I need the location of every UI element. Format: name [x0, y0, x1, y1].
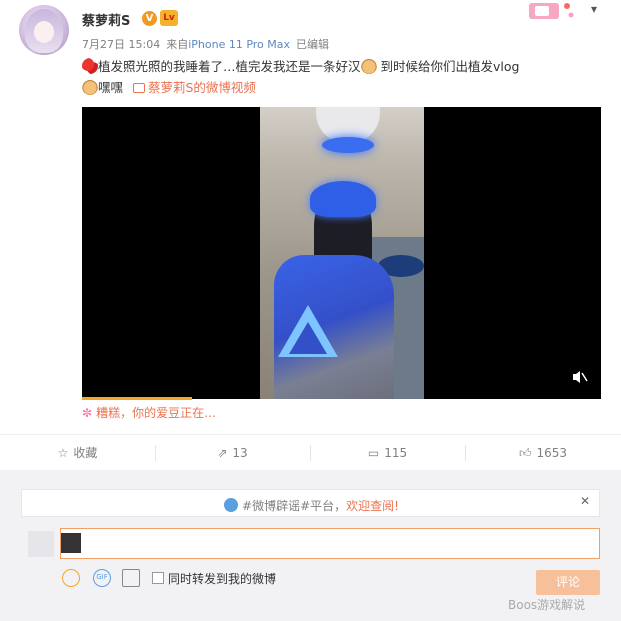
- mute-icon[interactable]: [572, 370, 588, 384]
- post-text-line2: 嘿嘿: [98, 80, 124, 95]
- action-bar: ☆ 收藏 ⇗ 13 ▭ 115 👍︎ 1653: [0, 434, 621, 471]
- favorite-button[interactable]: ☆ 收藏: [0, 435, 155, 471]
- video-progress-bar[interactable]: [82, 397, 192, 400]
- like-button[interactable]: 👍︎ 1653: [465, 435, 621, 471]
- notice-text[interactable]: #微博辟谣#平台，: [242, 499, 346, 513]
- image-icon[interactable]: [122, 569, 140, 587]
- post-meta: 7月27日 15:04 来自iPhone 11 Pro Max 已编辑: [82, 36, 335, 52]
- chevron-down-icon[interactable]: ▾: [587, 2, 601, 16]
- post-text-line1-tail: 到时候给你们出植发vlog: [380, 59, 520, 74]
- notice-link[interactable]: 欢迎查阅!: [346, 499, 399, 513]
- cherry-emoji-icon: [82, 58, 98, 74]
- comment-icon: ▭: [367, 446, 380, 460]
- edited-label: 已编辑: [296, 38, 330, 51]
- post-text-line1: 植发照光照的我睡着了…植完发我还是一条好汉: [98, 59, 361, 74]
- video-icon: [133, 83, 145, 93]
- level-badge-icon: Lv: [160, 10, 178, 26]
- username[interactable]: 蔡萝莉S: [82, 10, 130, 29]
- user-avatar-mini: [61, 533, 81, 553]
- smile-icon[interactable]: [62, 569, 80, 587]
- post-time[interactable]: 7月27日 15:04: [82, 38, 160, 51]
- video-caption: ✼ 糟糕，你的爱豆正在…: [82, 406, 217, 420]
- close-icon[interactable]: ✕: [580, 494, 590, 508]
- comment-button[interactable]: ▭ 115: [310, 435, 465, 471]
- cat-emoji-icon: [82, 79, 98, 95]
- share-icon: ⇗: [217, 446, 228, 460]
- decoration-card-icon: [529, 3, 574, 19]
- submit-comment-button[interactable]: 评论: [536, 570, 600, 595]
- post-text: 植发照光照的我睡着了…植完发我还是一条好汉 到时候给你们出植发vlog 嘿嘿 蔡…: [82, 56, 602, 98]
- video-link[interactable]: 蔡萝莉S的微博视频: [133, 80, 256, 95]
- comment-input[interactable]: [60, 528, 600, 559]
- video-player[interactable]: [82, 107, 601, 399]
- post-source[interactable]: iPhone 11 Pro Max: [188, 38, 290, 51]
- watermark: Boos游戏解说: [508, 598, 586, 612]
- rumor-notice[interactable]: #微博辟谣#平台，欢迎查阅!: [21, 489, 600, 517]
- flower-icon: ✼: [82, 406, 93, 420]
- info-icon: [224, 498, 239, 512]
- video-frame: [260, 107, 424, 399]
- repost-button[interactable]: ⇗ 13: [155, 435, 310, 471]
- star-icon: ☆: [57, 446, 69, 460]
- verified-badge-icon: V: [142, 11, 157, 26]
- user-avatar: [28, 531, 54, 557]
- sync-checkbox[interactable]: [152, 572, 164, 584]
- avatar[interactable]: [19, 5, 69, 55]
- thumbs-up-icon: 👍︎: [518, 446, 532, 460]
- gif-icon[interactable]: GIF: [93, 569, 111, 587]
- cat-emoji-icon: [360, 58, 377, 74]
- source-prefix: 来自: [166, 38, 189, 51]
- sync-label: 同时转发到我的微博: [168, 570, 276, 588]
